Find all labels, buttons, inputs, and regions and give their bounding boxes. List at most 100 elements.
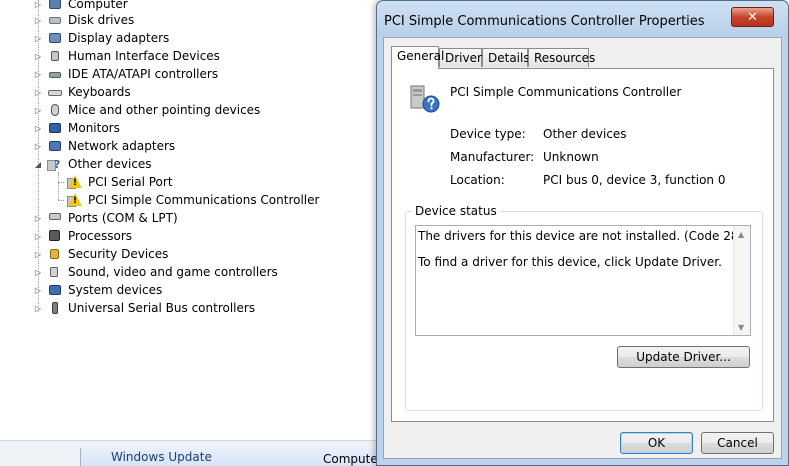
ok-button[interactable]: OK [620,432,693,454]
tab-resources[interactable]: Resources [528,48,595,67]
system-device-icon [47,282,63,298]
security-device-icon [47,246,63,262]
expand-icon[interactable]: ▷ [33,213,43,223]
tree-item-system-devices[interactable]: ▷ System devices [33,281,162,299]
dialog-titlebar[interactable]: PCI Simple Communications Controller Pro… [377,1,788,37]
tree-item-label: Disk drives [68,13,135,27]
tree-item-ports[interactable]: ▷ Ports (COM & LPT) [33,209,178,227]
expand-icon[interactable]: ▷ [33,0,43,9]
device-status-group: Device status The drivers for this devic… [405,204,763,411]
display-adapter-icon [47,30,63,46]
tree-line [58,182,64,183]
tree-item-label: Monitors [68,121,120,135]
windows-update-label: Windows Update [111,450,212,464]
manufacturer-value: Unknown [543,150,599,164]
expand-icon[interactable]: ▷ [33,141,43,151]
expand-icon[interactable]: ▷ [33,123,43,133]
tree-item-label: Universal Serial Bus controllers [68,301,256,315]
tree-item-label: Sound, video and game controllers [68,265,278,279]
tree-item-other-devices[interactable]: ◢ ? Other devices [33,155,152,173]
expand-icon[interactable]: ▷ [33,267,43,277]
expand-icon[interactable]: ▷ [33,69,43,79]
tree-item-label: Display adapters [68,31,170,45]
tree-item-label: Ports (COM & LPT) [68,211,178,225]
ide-controller-icon [47,66,63,82]
manufacturer-label: Manufacturer: [450,150,535,164]
tree-item-sound-video-game[interactable]: ▷ Sound, video and game controllers [33,263,278,281]
tab-general[interactable]: General [391,46,444,69]
tree-line [58,172,59,200]
close-button[interactable]: ✕ [731,7,774,27]
tree-item-label: Processors [68,229,133,243]
tree-item-mice[interactable]: ▷ Mice and other pointing devices [33,101,260,119]
tree-item-network-adapters[interactable]: ▷ Network adapters [33,137,175,155]
disk-drive-icon [47,12,63,28]
location-value: PCI bus 0, device 3, function 0 [543,173,726,187]
port-icon [47,210,63,226]
tree-item-label: IDE ATA/ATAPI controllers [68,67,219,81]
scroll-up-icon[interactable]: ▲ [738,230,744,239]
properties-dialog: PCI Simple Communications Controller Pro… [376,0,789,466]
tree-item-label: Network adapters [68,139,176,153]
expand-icon[interactable]: ▷ [33,87,43,97]
tree-item-security-devices[interactable]: ▷ Security Devices [33,245,168,263]
expand-icon[interactable]: ▷ [33,51,43,61]
unknown-device-icon [409,82,441,114]
tree-item-ide-controllers[interactable]: ▷ IDE ATA/ATAPI controllers [33,65,218,83]
status-line: The drivers for this device are not inst… [418,229,744,243]
warning-device-icon: ! [67,174,83,190]
device-name: PCI Simple Communications Controller [450,85,682,99]
tree-item-human-interface-devices[interactable]: ▷ Human Interface Devices [33,47,220,65]
tree-item-label: Human Interface Devices [68,49,220,63]
scroll-down-icon[interactable]: ▼ [738,323,744,332]
tree-item-pci-simple-communications-controller[interactable]: ! PCI Simple Communications Controller [67,191,319,209]
tree-item-keyboards[interactable]: ▷ Keyboards [33,83,131,101]
device-manager-tree: ▷ Computer ▷ Disk drives ▷ Display adapt… [0,0,376,440]
expand-icon[interactable]: ▷ [33,285,43,295]
device-type-label: Device type: [450,127,526,141]
tree-item-label: System devices [68,283,163,297]
tree-item-label: Security Devices [68,247,169,261]
tree-item-disk-drives[interactable]: ▷ Disk drives [33,11,134,29]
sound-icon [47,264,63,280]
tree-item-pci-serial-port[interactable]: ! PCI Serial Port [67,173,173,191]
tab-driver[interactable]: Driver [439,48,482,67]
dialog-title: PCI Simple Communications Controller Pro… [384,14,705,29]
hid-icon [47,48,63,64]
tab-details[interactable]: Details [482,48,530,67]
tree-item-processors[interactable]: ▷ Processors [33,227,132,245]
general-tab-page: PCI Simple Communications Controller Dev… [391,68,774,422]
warning-device-icon: ! [67,192,83,208]
update-driver-button[interactable]: Update Driver... [617,346,750,368]
expand-icon[interactable]: ▷ [33,249,43,259]
location-label: Location: [450,173,505,187]
expand-icon[interactable]: ▷ [33,33,43,43]
expand-icon[interactable]: ▷ [33,15,43,25]
tree-item-display-adapters[interactable]: ▷ Display adapters [33,29,169,47]
tree-line [58,200,64,201]
partial-label: Compute [323,452,378,466]
tree-item-monitors[interactable]: ▷ Monitors [33,119,120,137]
tree-item-usb-controllers[interactable]: ▷ Universal Serial Bus controllers [33,299,255,317]
dialog-client-area: General Driver Details Resources PCI Sim… [383,37,782,459]
collapse-icon[interactable]: ◢ [33,159,43,169]
tree-item-label: PCI Serial Port [88,175,173,189]
tree-item-label: Other devices [68,157,152,171]
usb-icon [47,300,63,316]
device-type-value: Other devices [543,127,627,141]
device-status-textbox[interactable]: The drivers for this device are not inst… [415,225,751,336]
expand-icon[interactable]: ▷ [33,231,43,241]
tree-item-label: Mice and other pointing devices [68,103,261,117]
expand-icon[interactable]: ▷ [33,105,43,115]
status-line: To find a driver for this device, click … [418,255,722,269]
mouse-icon [47,102,63,118]
keyboard-icon [47,84,63,100]
expand-icon[interactable]: ▷ [33,303,43,313]
close-icon: ✕ [747,9,758,25]
cancel-button[interactable]: Cancel [701,432,774,454]
processor-icon [47,228,63,244]
other-devices-icon: ? [47,156,63,172]
status-scrollbar[interactable]: ▲ ▼ [733,226,750,335]
monitor-icon [47,120,63,136]
tree-item-label: Keyboards [68,85,131,99]
